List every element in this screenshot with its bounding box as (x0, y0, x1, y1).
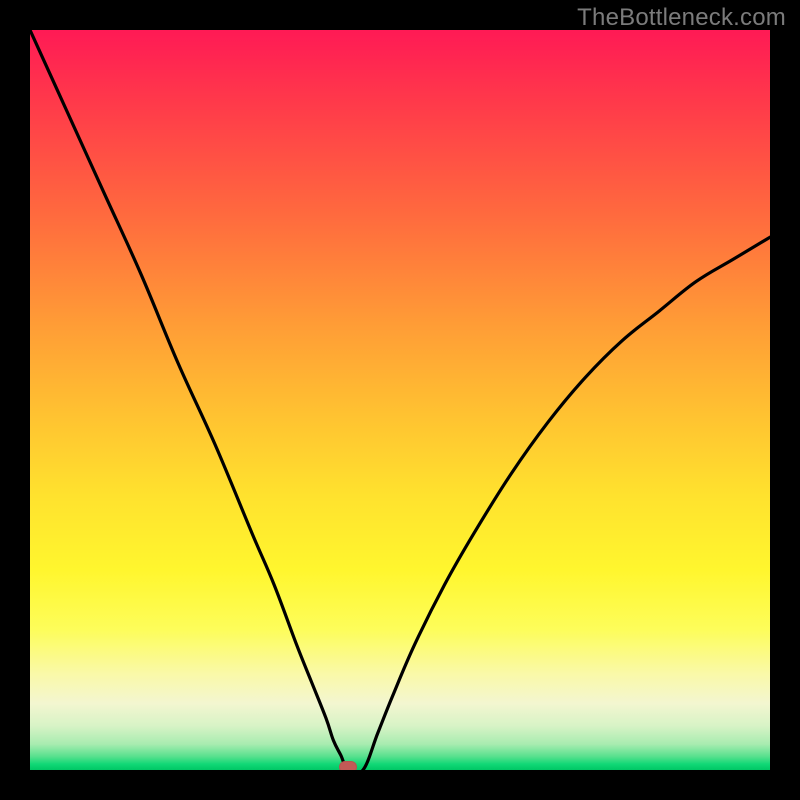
watermark-text: TheBottleneck.com (577, 4, 786, 32)
bottleneck-curve (30, 30, 770, 770)
chart-frame: TheBottleneck.com (0, 0, 800, 800)
optimal-point-marker (339, 761, 357, 770)
curve-svg (30, 30, 770, 770)
plot-area (30, 30, 770, 770)
